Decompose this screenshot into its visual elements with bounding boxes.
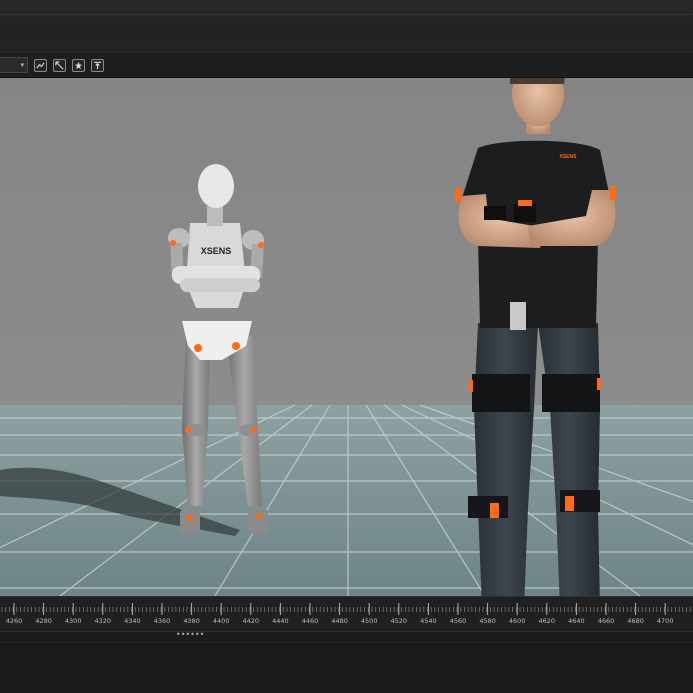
timeline-tick-label: 4560: [449, 617, 467, 625]
timeline-tick-label: 4580: [479, 617, 496, 625]
timeline-track-area[interactable]: [0, 642, 693, 693]
cursor-button[interactable]: [53, 58, 66, 72]
suit-brand-logo: XSENS: [560, 154, 578, 160]
timeline-panel: 4260 4280 4300 4320 4340 4360 4380 4400 4420 4440…: [0, 596, 693, 693]
timeline-tick-label: 4640: [568, 617, 585, 625]
viewport-toolbar: ▾: [0, 53, 693, 78]
timeline-tick-label: 4360: [153, 617, 171, 625]
export-button[interactable]: [91, 58, 104, 72]
timeline-tick-label: 4440: [272, 617, 289, 625]
timeline-tick-label: 4680: [627, 617, 644, 625]
graph-button[interactable]: [34, 58, 47, 72]
timeline-tick-label: 4400: [212, 617, 230, 625]
menu-bar: [0, 38, 693, 53]
timeline-tick-label: 4460: [301, 617, 319, 625]
timeline-tick-label: 4480: [331, 617, 348, 625]
timeline-resize-handle[interactable]: ••••••: [176, 630, 204, 639]
timeline-tick-label: 4420: [242, 617, 260, 625]
timeline-tick-label: 4500: [360, 617, 378, 625]
star-icon: [74, 61, 83, 69]
timeline-tick-label: 4380: [183, 617, 200, 625]
timeline-tick-label: 4620: [538, 617, 556, 625]
timeline-tick-label: 4600: [508, 617, 526, 625]
title-bar: [0, 0, 693, 39]
timeline-tick-label: 4660: [597, 617, 615, 625]
timeline-ruler[interactable]: 4260 4280 4300 4320 4340 4360 4380 4400 4420 4440…: [0, 596, 693, 632]
title-bar-divider: [0, 14, 693, 15]
favorite-button[interactable]: [72, 58, 85, 72]
3d-viewport[interactable]: XSENS XSENS: [0, 78, 693, 596]
timeline-tick-label: 4700: [656, 617, 674, 625]
graph-icon: [36, 61, 45, 69]
upload-icon: [93, 61, 102, 69]
timeline-tick-label: 4280: [35, 617, 52, 625]
timeline-tick-label: 4520: [390, 617, 408, 625]
mannequin-brand-logo: XSENS: [201, 246, 232, 256]
timeline-tick-label: 4320: [94, 617, 112, 625]
timeline-tick-label: 4300: [64, 617, 82, 625]
cursor-icon: [55, 60, 64, 69]
chevron-down-icon: ▾: [20, 61, 24, 69]
timeline-tick-marks: [1, 603, 691, 615]
view-select-dropdown[interactable]: ▾: [0, 57, 28, 73]
viewport-scene: XSENS XSENS: [0, 78, 693, 596]
timeline-tick-label: 4540: [420, 617, 437, 625]
timeline-tick-label: 4340: [124, 617, 141, 625]
app-window: ▾ XSENS XSENS 4260 4280 4300 4320 4340 4…: [0, 0, 693, 693]
timeline-tick-label: 4260: [5, 617, 23, 625]
